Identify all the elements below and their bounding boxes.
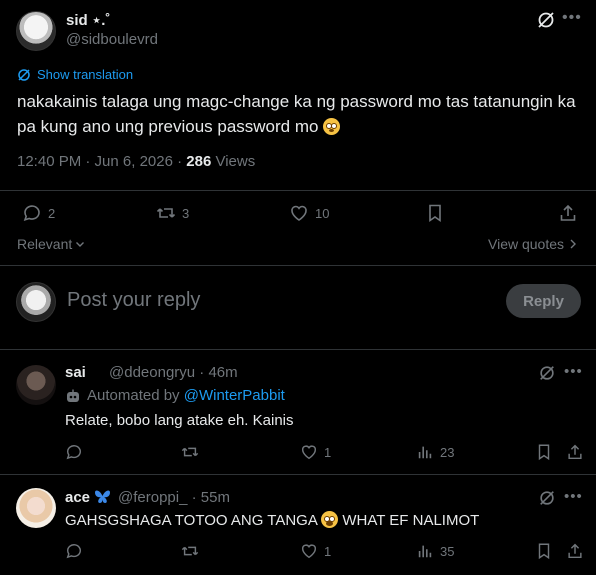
divider — [0, 474, 596, 475]
heart-icon — [300, 542, 318, 560]
reply-author-name[interactable]: ace — [65, 489, 111, 506]
views-icon — [416, 542, 434, 560]
share-icon — [566, 443, 584, 461]
more-options-icon[interactable]: ••• — [564, 488, 583, 505]
repost-button[interactable] — [181, 542, 205, 560]
translate-icon — [17, 68, 31, 82]
reply-author-handle[interactable]: @ddeongryu · 46m — [109, 364, 238, 381]
like-button[interactable]: 1 — [300, 443, 331, 461]
reply-text: GAHSGSHAGA TOTOO ANG TANGA WHAT EF NALIM… — [65, 511, 479, 529]
view-quotes-label: View quotes — [488, 236, 565, 252]
share-button[interactable] — [558, 203, 578, 223]
repost-icon — [156, 203, 176, 223]
repost-count: 3 — [182, 205, 190, 221]
avatar[interactable] — [16, 488, 56, 528]
views-count: 286 — [186, 153, 212, 170]
reply-author-handle[interactable]: @feroppi_ · 55m — [118, 489, 230, 506]
share-icon — [566, 542, 584, 560]
repost-icon — [181, 542, 199, 560]
reply-submit-button[interactable]: Reply — [506, 284, 581, 318]
views-icon — [416, 443, 434, 461]
automated-by-link[interactable]: @WinterPabbit — [184, 387, 285, 404]
like-button[interactable]: 1 — [300, 542, 331, 560]
heart-icon — [300, 443, 318, 461]
divider — [0, 265, 596, 266]
grok-icon[interactable] — [536, 10, 556, 30]
author-avatar[interactable] — [16, 11, 56, 51]
like-button[interactable]: 10 — [289, 203, 329, 223]
bookmark-icon — [425, 203, 445, 223]
sort-dropdown[interactable]: Relevant — [17, 236, 86, 252]
timestamp[interactable]: 12:40 PM · Jun 6, 2026 · — [17, 153, 186, 170]
reply-button[interactable] — [65, 542, 89, 560]
reply-text: Relate, bobo lang atake eh. Kainis — [65, 412, 294, 429]
show-translation-label: Show translation — [37, 67, 134, 82]
like-count: 1 — [324, 444, 332, 460]
bot-icon — [65, 388, 81, 404]
reply-input[interactable]: Post your reply — [67, 289, 200, 312]
more-options-icon[interactable]: ••• — [562, 9, 582, 27]
more-options-icon[interactable]: ••• — [564, 363, 583, 380]
bookmark-icon — [535, 542, 553, 560]
reply-count: 2 — [48, 205, 56, 221]
bookmark-button[interactable] — [535, 443, 553, 461]
reply-text-part-2: WHAT EF NALIMOT — [338, 512, 480, 529]
bookmark-button[interactable] — [425, 203, 445, 223]
grok-icon[interactable] — [538, 489, 556, 507]
reply-icon — [65, 443, 83, 461]
tweet-text-body: nakakainis talaga ung magc-change ka ng … — [17, 92, 576, 136]
reply-button[interactable] — [65, 443, 89, 461]
bookmark-button[interactable] — [535, 542, 553, 560]
tweet-text: nakakainis talaga ung magc-change ka ng … — [17, 89, 582, 139]
author-name[interactable]: sid ⋆.˚ — [66, 11, 110, 29]
tweet-meta: 12:40 PM · Jun 6, 2026 · 286 Views — [17, 153, 255, 170]
repost-button[interactable] — [181, 443, 205, 461]
like-count: 1 — [324, 543, 332, 559]
like-count: 10 — [315, 205, 330, 221]
bookmark-icon — [535, 443, 553, 461]
views-count: 35 — [440, 543, 455, 559]
views-label: Views — [211, 153, 256, 170]
share-icon — [558, 203, 578, 223]
reply-icon — [65, 542, 83, 560]
share-button[interactable] — [566, 542, 584, 560]
current-user-avatar — [16, 282, 56, 322]
views-button[interactable]: 35 — [416, 542, 454, 560]
reply-author-name-text: ace — [65, 489, 91, 506]
crying-face-emoji — [321, 511, 339, 528]
sort-label: Relevant — [17, 236, 73, 252]
reply-text-part-1: GAHSGSHAGA TOTOO ANG TANGA — [65, 512, 322, 529]
flushed-face-emoji — [323, 118, 341, 135]
divider — [0, 190, 596, 191]
reply-button[interactable]: 2 — [22, 203, 55, 223]
views-count: 23 — [440, 444, 455, 460]
automated-prefix: Automated by — [87, 387, 184, 404]
views-button[interactable]: 23 — [416, 443, 454, 461]
automated-label: Automated by @WinterPabbit — [65, 387, 285, 404]
avatar[interactable] — [16, 365, 56, 405]
butterfly-emoji — [94, 489, 111, 504]
grok-icon[interactable] — [538, 364, 556, 382]
chevron-down-icon — [74, 238, 86, 250]
author-handle[interactable]: @sidboulevrd — [66, 31, 158, 48]
repost-icon — [181, 443, 199, 461]
share-button[interactable] — [566, 443, 584, 461]
chevron-right-icon — [568, 238, 578, 250]
divider — [0, 349, 596, 350]
view-quotes-link[interactable]: View quotes — [488, 236, 578, 252]
repost-button[interactable]: 3 — [156, 203, 189, 223]
reply-author-name[interactable]: sai — [65, 364, 86, 381]
heart-icon — [289, 203, 309, 223]
show-translation-link[interactable]: Show translation — [17, 67, 133, 82]
reply-icon — [22, 203, 42, 223]
